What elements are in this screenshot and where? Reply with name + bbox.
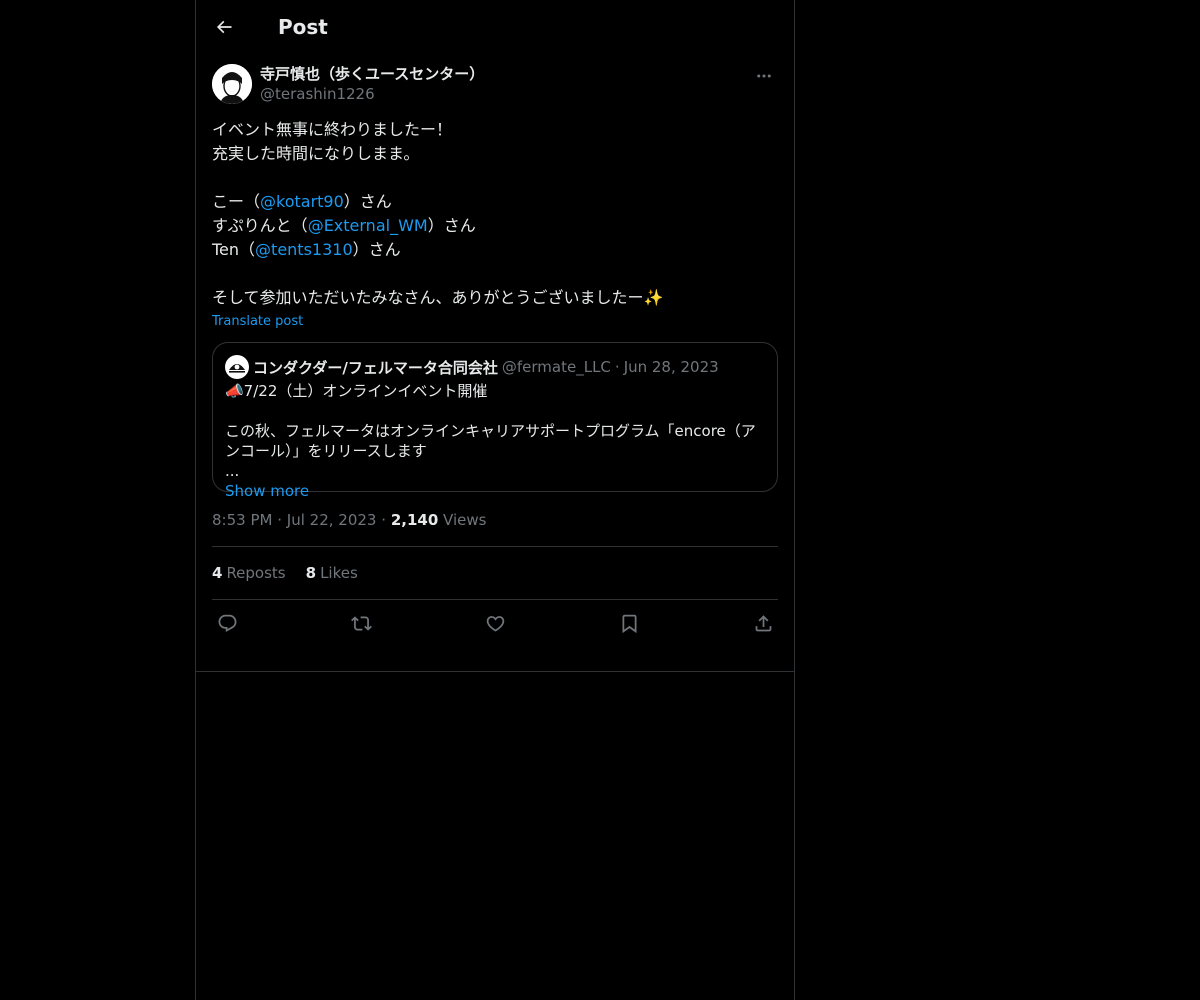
quoted-separator: · bbox=[614, 358, 620, 376]
thanks-prefix: Ten（ bbox=[212, 240, 256, 259]
reposts-stat[interactable]: 4 Reposts bbox=[212, 564, 286, 582]
thread-divider bbox=[196, 671, 794, 672]
likes-count: 8 bbox=[305, 564, 317, 582]
views-label: Views bbox=[443, 511, 487, 529]
quoted-post-header: コンダクダー/フェルマータ合同会社 @fermate_LLC · Jun 28,… bbox=[225, 354, 765, 380]
like-button[interactable] bbox=[484, 613, 506, 635]
more-horizontal-icon bbox=[757, 74, 771, 78]
meta-separator: · bbox=[381, 511, 387, 529]
post-date[interactable]: Jul 22, 2023 bbox=[287, 511, 377, 529]
likes-label: Likes bbox=[320, 564, 358, 582]
bookmark-button[interactable] bbox=[618, 613, 640, 635]
reposts-count: 4 bbox=[212, 564, 223, 582]
bookmark-icon bbox=[622, 614, 636, 634]
thanks-suffix: ）さん bbox=[427, 216, 476, 235]
repost-icon bbox=[350, 616, 372, 631]
thanks-line: Ten（@tents1310）さん bbox=[212, 238, 778, 262]
avatar-image bbox=[212, 64, 252, 104]
thanks-line: すぷりんと（@External_WM）さん bbox=[212, 214, 778, 238]
quoted-avatar-image bbox=[225, 355, 249, 379]
show-more-link[interactable]: Show more bbox=[225, 481, 765, 501]
author-handle[interactable]: @terashin1226 bbox=[260, 84, 484, 104]
main-column: Post 寺戸慎也（歩くユースセンター） @terashin1226 イベント無… bbox=[195, 0, 795, 1000]
post-time[interactable]: 8:53 PM bbox=[212, 511, 272, 529]
author-row: 寺戸慎也（歩くユースセンター） @terashin1226 bbox=[212, 64, 778, 106]
quoted-date: Jun 28, 2023 bbox=[623, 358, 719, 376]
mention-link[interactable]: @kotart90 bbox=[260, 192, 344, 211]
quoted-avatar bbox=[225, 355, 249, 379]
avatar[interactable] bbox=[212, 64, 252, 104]
quoted-line: この秋、フェルマータはオンラインキャリアサポートプログラム「encore（ア bbox=[225, 422, 756, 440]
quoted-author-name: コンダクダー/フェルマータ合同会社 bbox=[253, 358, 498, 377]
quoted-line bbox=[225, 401, 765, 421]
page-title: Post bbox=[278, 15, 328, 39]
heart-icon bbox=[486, 616, 504, 632]
views-count: 2,140 bbox=[390, 511, 439, 529]
back-button[interactable] bbox=[206, 9, 242, 45]
translate-post-link[interactable]: Translate post bbox=[212, 313, 303, 331]
action-bar bbox=[212, 600, 778, 647]
quoted-post-body: 📣7/22（土）オンラインイベント開催 この秋、フェルマータはオンラインキャリア… bbox=[225, 381, 765, 501]
thanks-prefix: すぷりんと（ bbox=[212, 216, 308, 235]
quoted-post[interactable]: コンダクダー/フェルマータ合同会社 @fermate_LLC · Jun 28,… bbox=[212, 342, 778, 500]
author-info: 寺戸慎也（歩くユースセンター） @terashin1226 bbox=[260, 64, 484, 104]
post: 寺戸慎也（歩くユースセンター） @terashin1226 イベント無事に終わり… bbox=[196, 64, 794, 647]
thanks-prefix: こー（ bbox=[212, 192, 261, 211]
quoted-line: ... bbox=[225, 462, 240, 480]
thanks-suffix: ）さん bbox=[352, 240, 401, 259]
post-line: そして参加いただいたみなさん、ありがとうございましたー✨ bbox=[212, 288, 664, 307]
share-icon bbox=[755, 615, 771, 632]
reply-button[interactable] bbox=[216, 613, 238, 635]
share-button[interactable] bbox=[752, 613, 774, 635]
mention-link[interactable]: @tents1310 bbox=[255, 240, 353, 259]
quoted-line: ンコール）」をリリースします bbox=[225, 442, 427, 460]
quoted-author-handle: @fermate_LLC bbox=[501, 358, 611, 376]
post-meta: 8:53 PM · Jul 22, 2023 · 2,140 Views bbox=[212, 510, 778, 547]
post-line: イベント無事に終わりましたー！ bbox=[212, 120, 453, 139]
post-header: Post bbox=[196, 0, 794, 54]
reply-icon bbox=[218, 614, 236, 632]
thanks-suffix: ）さん bbox=[343, 192, 392, 211]
engagement-stats: 4 Reposts 8 Likes bbox=[212, 547, 778, 600]
more-options-button[interactable] bbox=[754, 66, 774, 86]
repost-button[interactable] bbox=[350, 613, 372, 635]
likes-stat[interactable]: 8 Likes bbox=[306, 564, 358, 582]
mention-link[interactable]: @External_WM bbox=[308, 216, 428, 235]
post-line: 充実した時間になりしまま。 bbox=[212, 144, 420, 163]
arrow-left-icon bbox=[216, 20, 232, 34]
meta-separator: · bbox=[277, 511, 283, 529]
post-body: イベント無事に終わりましたー！ 充実した時間になりしまま。 こー（@kotart… bbox=[212, 118, 778, 310]
quoted-line: 📣7/22（土）オンラインイベント開催 bbox=[225, 382, 488, 400]
author-display-name[interactable]: 寺戸慎也（歩くユースセンター） bbox=[260, 64, 484, 84]
reposts-label: Reposts bbox=[226, 564, 286, 582]
thanks-line: こー（@kotart90）さん bbox=[212, 190, 778, 214]
